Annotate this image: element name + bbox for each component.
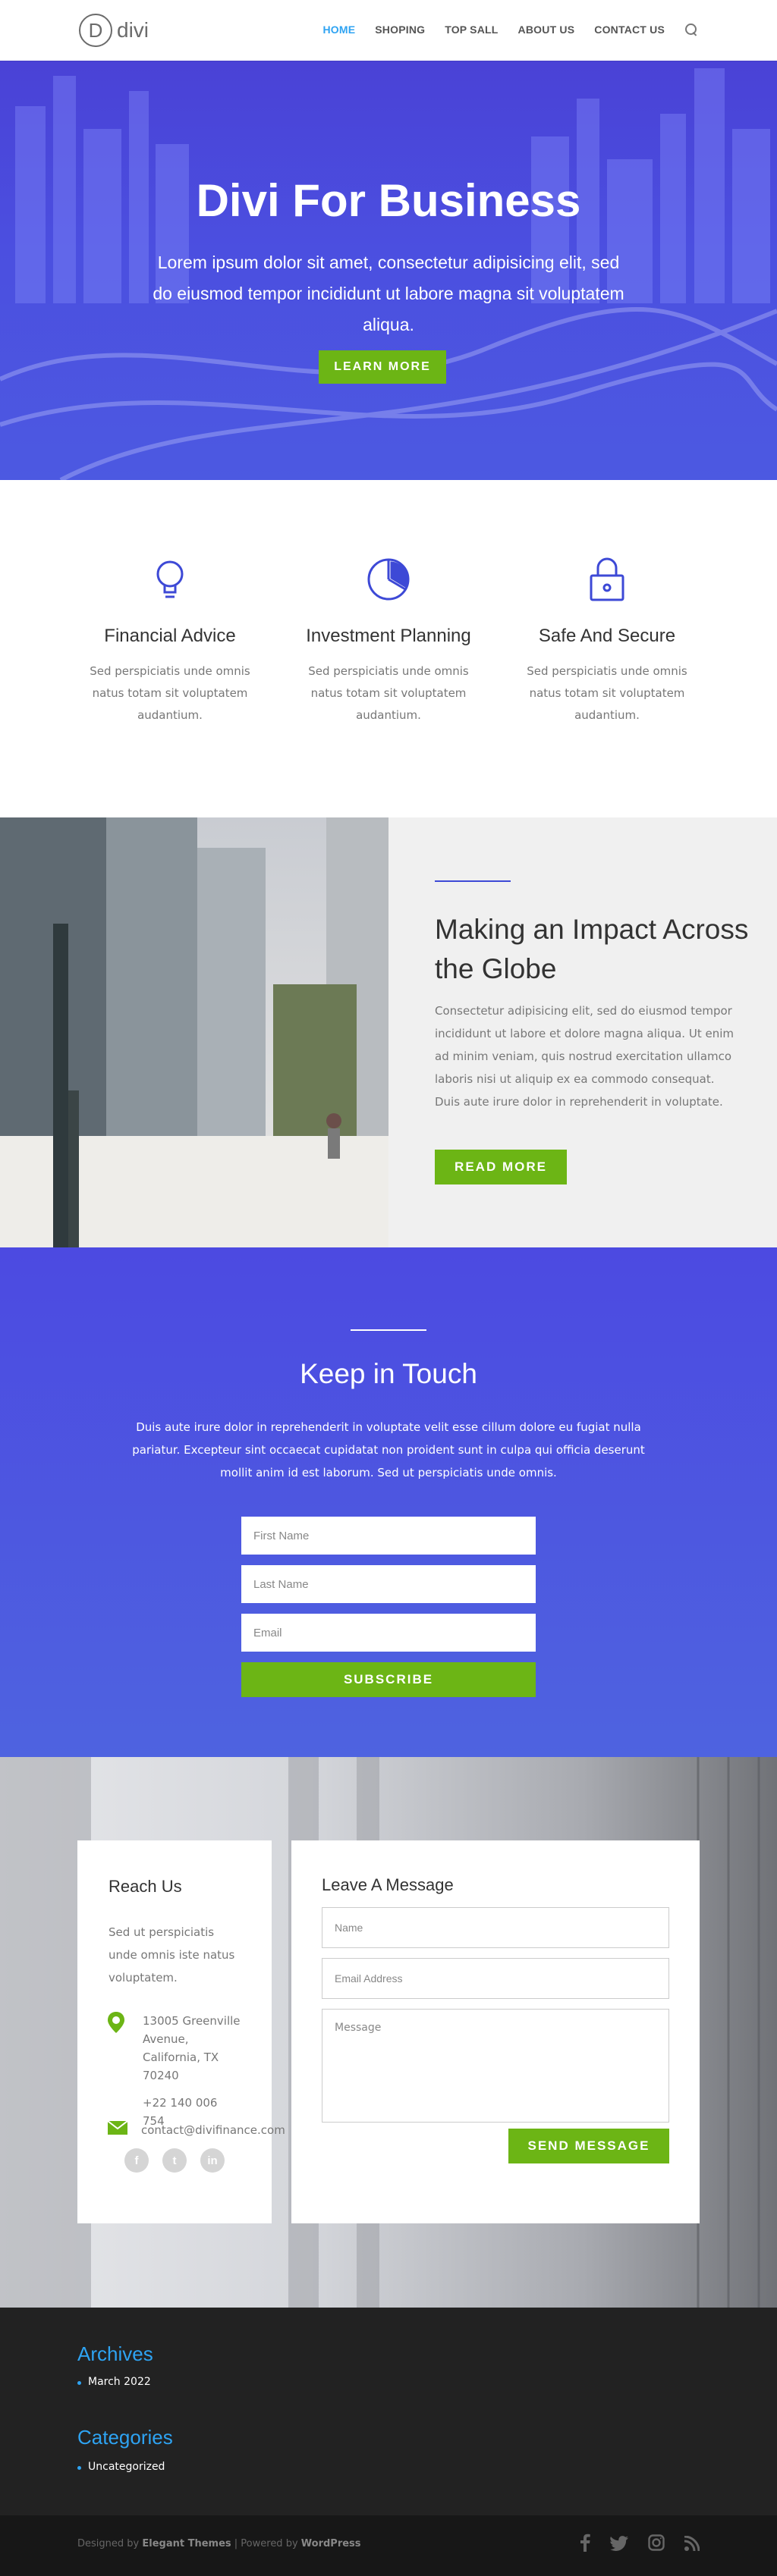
nav-about-us[interactable]: ABOUT US [518,24,575,36]
hero-section: Divi For Business Lorem ipsum dolor sit … [0,61,777,480]
impact-text: Consectetur adipisicing elit, sed do eiu… [435,1004,734,1109]
footer-social-icons [580,2534,700,2557]
site-header: D divi HOME SHOPING TOP SALL ABOUT US CO… [0,0,777,61]
reach-text: Sed ut perspiciatis unde omnis iste natu… [109,1925,235,1985]
linkedin-icon[interactable]: in [200,2148,225,2173]
pie-chart-icon [365,556,412,603]
facebook-icon[interactable]: f [124,2148,149,2173]
impact-section: Making an Impact Across the Globe Consec… [0,817,777,1247]
message-card: Leave A Message SEND MESSAGE [291,1840,700,2223]
social-links: f t in [124,2148,225,2173]
hero-title: Divi For Business [196,175,581,226]
feature-title: Safe And Secure [538,626,676,646]
hero-subtitle: Lorem ipsum dolor sit amet, consectetur … [153,253,624,334]
twitter-icon[interactable] [610,2535,628,2556]
feature-investment-planning: Investment Planning Sed perspiciatis und… [290,556,487,726]
features-section: Financial Advice Sed perspiciatis unde o… [0,480,777,817]
search-icon[interactable] [684,23,698,36]
impact-divider [435,880,511,882]
wordpress-link[interactable]: WordPress [301,2538,361,2549]
nav-top-sall[interactable]: TOP SALL [445,24,498,36]
touch-divider [351,1329,426,1331]
street-photo-image [0,817,388,1247]
facebook-icon[interactable] [580,2534,590,2557]
subscribe-button[interactable]: SUBSCRIBE [241,1662,536,1697]
footer-bottom-bar: Designed by Elegant Themes | Powered by … [0,2515,777,2576]
site-logo[interactable]: D divi [79,14,149,47]
map-pin-icon [108,2012,124,2130]
lock-icon [584,556,631,603]
email-text[interactable]: contact@divifinance.com [141,2121,285,2139]
contact-section: Reach Us Sed ut perspiciatis unde omnis … [0,1757,777,2308]
feature-text: Sed perspiciatis unde omnis natus totam … [308,664,469,722]
feature-title: Investment Planning [306,626,471,646]
message-textarea[interactable] [322,2009,669,2123]
twitter-icon[interactable]: t [162,2148,187,2173]
lightbulb-icon [146,556,193,603]
touch-text: Duis aute irure dolor in reprehenderit i… [132,1420,645,1479]
main-nav: HOME SHOPING TOP SALL ABOUT US CONTACT U… [322,23,698,36]
feature-safe-and-secure: Safe And Secure Sed perspiciatis unde om… [508,556,706,726]
nav-home[interactable]: HOME [322,24,355,36]
reach-us-card: Reach Us Sed ut perspiciatis unde omnis … [77,1840,285,2223]
last-name-input[interactable] [241,1565,536,1603]
email-input[interactable] [241,1614,536,1652]
category-link[interactable]: Uncategorized [77,2461,165,2473]
feature-financial-advice: Financial Advice Sed perspiciatis unde o… [71,556,269,726]
read-more-button[interactable]: READ MORE [435,1150,567,1184]
learn-more-button[interactable]: LEARN MORE [319,350,446,384]
email-address-input[interactable] [322,1958,669,1999]
address-row: 13005 Greenville Avenue, California, TX … [108,2012,241,2130]
instagram-icon[interactable] [648,2534,665,2556]
archives-title: Archives [77,2342,153,2365]
address-text: 13005 Greenville Avenue, California, TX … [143,2014,241,2082]
feature-text: Sed perspiciatis unde omnis natus totam … [90,664,250,722]
nav-shoping[interactable]: SHOPING [375,24,425,36]
mail-icon [107,2120,128,2139]
name-input[interactable] [322,1907,669,1948]
feature-text: Sed perspiciatis unde omnis natus totam … [527,664,687,722]
logo-text: divi [117,18,149,42]
credits-mid: | Powered by [234,2538,298,2549]
logo-mark: D [79,14,112,47]
elegant-themes-link[interactable]: Elegant Themes [142,2538,231,2549]
categories-title: Categories [77,2426,173,2449]
touch-title: Keep in Touch [300,1358,477,1389]
nav-contact-us[interactable]: CONTACT US [594,24,665,36]
feature-title: Financial Advice [104,626,236,646]
newsletter-section: Keep in Touch Duis aute irure dolor in r… [0,1247,777,1757]
email-row: contact@divifinance.com [107,2120,285,2139]
archive-link[interactable]: March 2022 [77,2376,151,2388]
rss-icon[interactable] [684,2535,700,2556]
reach-title: Reach Us [109,1877,182,1896]
send-message-button[interactable]: SEND MESSAGE [508,2129,669,2163]
message-title: Leave A Message [322,1875,454,1894]
footer-credits: Designed by Elegant Themes | Powered by … [77,2538,361,2549]
impact-title: Making an Impact Across the Globe [435,914,749,984]
credits-prefix: Designed by [77,2538,140,2549]
footer-widgets: Archives March 2022 Categories Uncategor… [0,2308,777,2515]
first-name-input[interactable] [241,1517,536,1555]
